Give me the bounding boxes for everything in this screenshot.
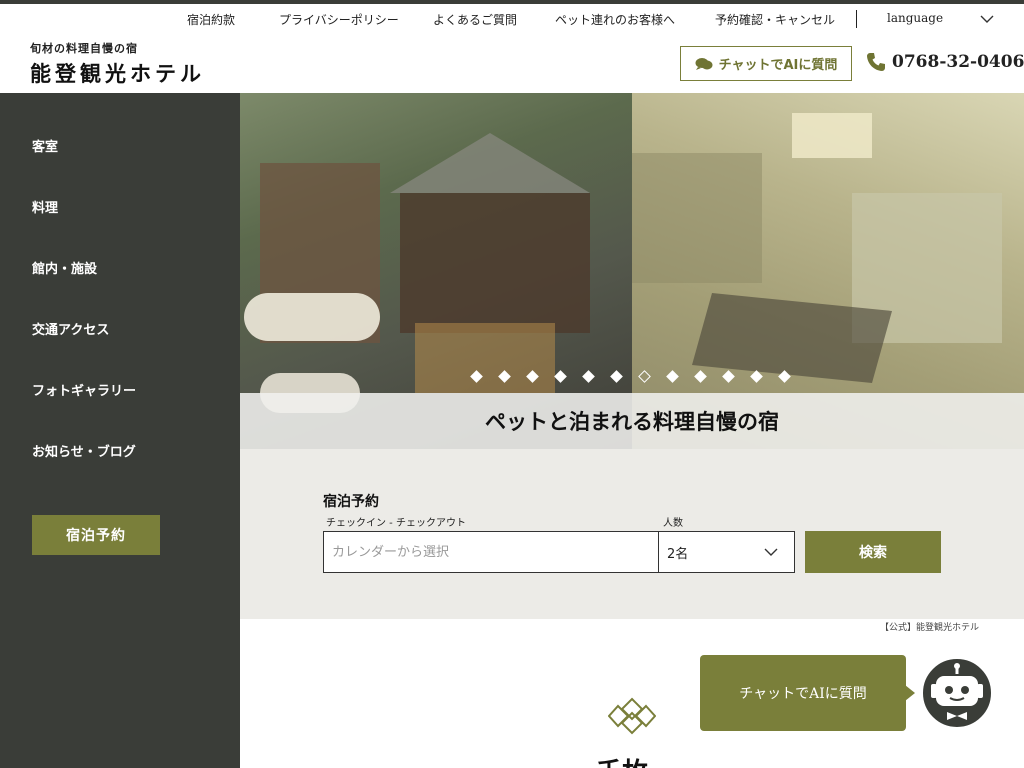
slide-dot[interactable] xyxy=(610,370,623,383)
slide-dot[interactable] xyxy=(526,370,539,383)
sidebar-item-gallery[interactable]: フォトギャラリー xyxy=(32,380,136,399)
chat-widget-bubble[interactable]: チャットでAIに質問 xyxy=(700,655,915,731)
phone-icon xyxy=(867,53,885,71)
booking-title: 宿泊予約 xyxy=(323,494,379,510)
sidebar-item-rooms[interactable]: 客室 xyxy=(32,136,58,155)
slide-dot-active[interactable] xyxy=(638,370,651,383)
phone-number: 0768-32-0406 xyxy=(892,52,1024,72)
sidebar-item-news[interactable]: お知らせ・ブログ xyxy=(32,441,136,460)
date-range-input[interactable] xyxy=(323,531,659,573)
slide-dot[interactable] xyxy=(554,370,567,383)
slide-dot[interactable] xyxy=(778,370,791,383)
slide-dot[interactable] xyxy=(498,370,511,383)
booking-search: 宿泊予約 チェックイン - チェックアウト 人数 2名 検索 xyxy=(240,449,1024,619)
logo-tagline: 旬材の料理自慢の宿 xyxy=(30,42,138,55)
slide-dot[interactable] xyxy=(694,370,707,383)
top-utility-nav: 宿泊約款 プライバシーポリシー よくあるご質問 ペット連れのお客様へ 予約確認・… xyxy=(0,4,1024,32)
nav-faq-link[interactable]: よくあるご質問 xyxy=(433,11,517,28)
nav-privacy-link[interactable]: プライバシーポリシー xyxy=(279,11,399,28)
sidebar-item-facilities[interactable]: 館内・施設 xyxy=(32,258,97,277)
knot-ornament-icon xyxy=(608,697,656,735)
nav-terms-link[interactable]: 宿泊約款 xyxy=(187,11,235,28)
language-selector[interactable]: language xyxy=(887,11,943,25)
hotel-logo[interactable]: 旬材の料理自慢の宿 能登観光ホテル xyxy=(30,40,260,86)
slide-dot[interactable] xyxy=(470,370,483,383)
sidebar-item-cuisine[interactable]: 料理 xyxy=(32,197,58,216)
chat-ai-button-label: チャットでAIに質問 xyxy=(718,58,838,73)
section-title-partial: 千枚 xyxy=(596,752,668,768)
chat-bubble-icon xyxy=(695,57,713,70)
language-divider xyxy=(856,10,857,28)
search-button[interactable]: 検索 xyxy=(805,531,941,573)
official-site-note: 【公式】能登観光ホテル xyxy=(880,623,980,633)
hero-slider[interactable]: ペットと泊まれる料理自慢の宿 xyxy=(240,93,1024,449)
date-range-label: チェックイン - チェックアウト xyxy=(326,518,466,529)
logo-name: 能登観光ホテル xyxy=(30,61,205,86)
sidebar-reserve-button[interactable]: 宿泊予約 xyxy=(32,515,160,555)
guests-label: 人数 xyxy=(663,518,683,529)
phone-contact[interactable]: 0768-32-0406 xyxy=(866,52,1024,72)
chevron-down-icon xyxy=(764,548,778,556)
guests-select[interactable]: 2名 xyxy=(658,531,795,573)
sidebar-item-access[interactable]: 交通アクセス xyxy=(32,319,109,338)
chat-ai-button[interactable]: チャットでAIに質問 xyxy=(680,46,852,81)
section-title: 千枚 xyxy=(596,758,648,768)
hero-caption-band: ペットと泊まれる料理自慢の宿 xyxy=(240,393,1024,449)
chevron-down-icon[interactable] xyxy=(980,14,994,24)
hero-caption: ペットと泊まれる料理自慢の宿 xyxy=(485,410,779,434)
chat-widget-label: チャットでAIに質問 xyxy=(739,686,867,702)
slide-dot[interactable] xyxy=(666,370,679,383)
nav-pets-link[interactable]: ペット連れのお客様へ xyxy=(555,11,675,28)
slide-dot[interactable] xyxy=(582,370,595,383)
slide-dot[interactable] xyxy=(750,370,763,383)
sidebar: 客室 料理 館内・施設 交通アクセス フォトギャラリー お知らせ・ブログ 宿泊予… xyxy=(0,93,240,768)
guests-value: 2名 xyxy=(667,546,689,562)
nav-reservation-check-link[interactable]: 予約確認・キャンセル xyxy=(715,11,835,28)
slide-dot[interactable] xyxy=(722,370,735,383)
slider-pagination xyxy=(470,370,800,384)
robot-icon[interactable] xyxy=(920,656,994,730)
